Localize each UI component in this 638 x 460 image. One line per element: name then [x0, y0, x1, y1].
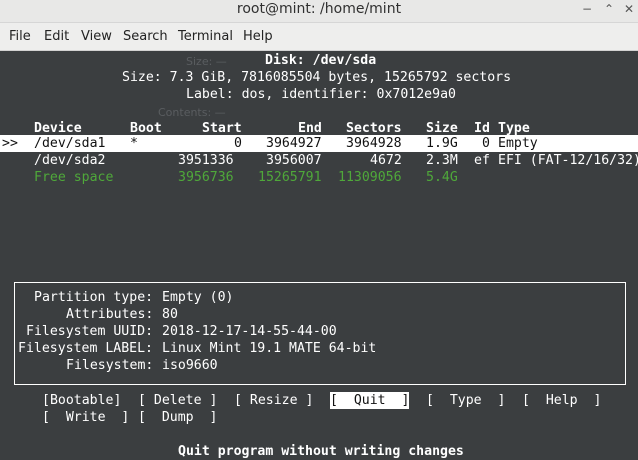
terminal-window: root@mint: /home/mint − ⌃ ✕ File Edit Vi… — [0, 0, 638, 459]
row2-start: 3951336 — [178, 153, 234, 168]
free-space-end: 15265791 — [258, 170, 322, 185]
disk-size-line: Size: 7.3 GiB, 7816085504 bytes, 1526579… — [122, 70, 512, 85]
disk-label-line: Label: dos, identifier: 0x7012e9a0 — [186, 87, 456, 102]
free-space-start: 3956736 — [178, 170, 234, 185]
disk-header: Disk: /dev/sda — [265, 53, 377, 68]
row2-end: 3956007 — [266, 153, 322, 168]
row2-device[interactable]: /dev/sda2 — [34, 152, 105, 169]
row2-sectors: 4672 — [370, 153, 402, 168]
bootable-button[interactable]: [Bootable] — [42, 392, 121, 409]
menu-terminal[interactable]: Terminal — [178, 29, 233, 44]
free-space-label[interactable]: Free space — [34, 169, 113, 186]
row1-size: 1.9G — [426, 136, 458, 151]
info-fslabel-label: Filesystem LABEL: — [18, 341, 153, 356]
info-attributes-value: 80 — [162, 307, 178, 322]
info-fslabel-value: Linux Mint 19.1 MATE 64-bit — [162, 341, 377, 356]
info-filesystem-label: Filesystem: — [66, 358, 154, 373]
info-partition-type-label: Partition type: — [34, 290, 154, 305]
close-icon[interactable]: ✕ — [622, 2, 636, 16]
minimize-icon[interactable]: − — [580, 2, 594, 16]
title-bar[interactable]: root@mint: /home/mint − ⌃ ✕ — [0, 0, 638, 23]
maximize-icon[interactable]: ⌃ — [602, 2, 616, 16]
info-partition-type-value: Empty (0) — [162, 290, 234, 305]
write-button[interactable]: [ Write ] — [42, 409, 129, 426]
row1-type: Empty — [498, 136, 538, 151]
resize-button[interactable]: [ Resize ] — [234, 392, 313, 409]
info-attributes-label: Attributes: — [66, 307, 154, 322]
menu-help[interactable]: Help — [243, 29, 273, 44]
menu-view[interactable]: View — [81, 29, 112, 44]
row-marker: >> — [2, 136, 18, 151]
row2-size: 2.3M — [426, 153, 458, 168]
menu-search[interactable]: Search — [123, 29, 168, 44]
row1-end: 3964927 — [266, 136, 322, 151]
free-space-size: 5.4G — [426, 170, 458, 185]
quit-button[interactable]: [ Quit ] — [330, 392, 410, 409]
info-filesystem-value: iso9660 — [162, 358, 218, 373]
ghost-contents-text: Contents: — — [158, 106, 226, 119]
info-uuid-label: Filesystem UUID: — [26, 324, 154, 339]
row2-type: EFI (FAT-12/16/32) — [498, 153, 638, 168]
status-line: Quit program without writing changes — [178, 444, 464, 459]
menu-edit[interactable]: Edit — [44, 29, 69, 44]
row1-sectors: 3964928 — [346, 136, 402, 151]
row1-device: /dev/sda1 — [34, 136, 106, 151]
menu-file[interactable]: File — [9, 29, 31, 44]
delete-button[interactable]: [ Delete ] — [138, 392, 217, 409]
help-button[interactable]: [ Help ] — [522, 392, 601, 409]
free-space-sectors: 11309056 — [338, 170, 402, 185]
row1-start: 0 — [234, 136, 242, 151]
menu-bar: File Edit View Search Terminal Help — [0, 23, 638, 51]
row2-id: ef — [474, 153, 490, 168]
row1-boot: * — [130, 136, 138, 151]
window-title: root@mint: /home/mint — [236, 1, 402, 17]
dump-button[interactable]: [ Dump ] — [138, 409, 217, 426]
terminal-area[interactable]: Size: — Contents: — Disk: /dev/sda Size:… — [0, 51, 638, 459]
type-button[interactable]: [ Type ] — [426, 392, 505, 409]
ghost-size-text: Size: — — [186, 55, 227, 68]
info-uuid-value: 2018-12-17-14-55-44-00 — [162, 324, 337, 339]
row1-id: 0 — [482, 136, 490, 151]
